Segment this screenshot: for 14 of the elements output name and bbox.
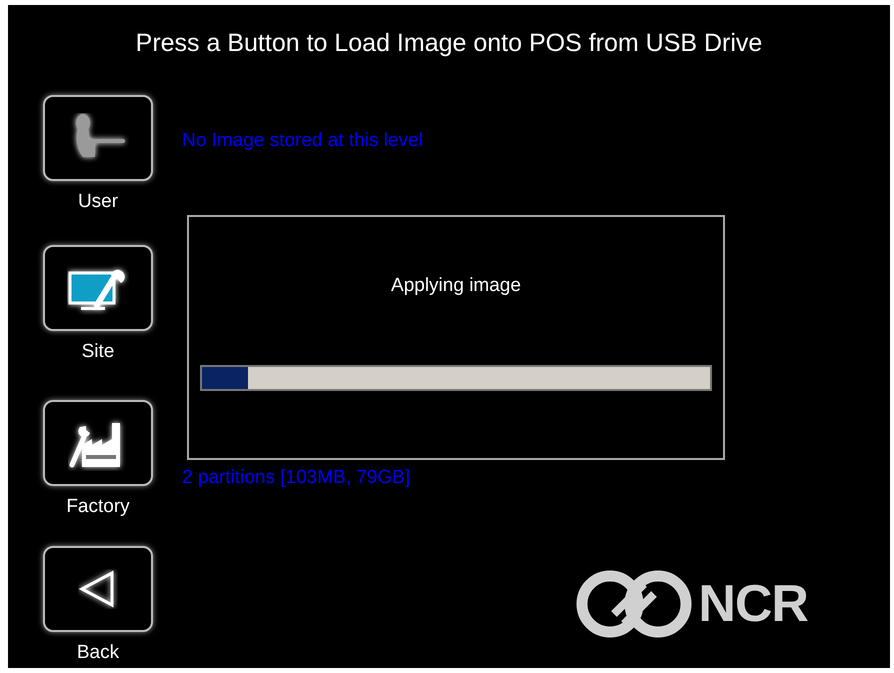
logo-icon	[574, 568, 694, 640]
button-label: Back	[76, 642, 120, 664]
level-button[interactable]	[43, 400, 153, 486]
back-button[interactable]	[43, 546, 153, 632]
button-label: Factory	[66, 496, 130, 518]
level-button[interactable]	[43, 95, 153, 181]
dialog-message: Applying image	[391, 275, 521, 297]
image-info-text: 2 partitions [103MB, 79GB]	[182, 466, 412, 490]
logo-text: NCR	[698, 574, 808, 634]
button-label: Site	[82, 341, 114, 363]
level-button[interactable]	[43, 245, 153, 331]
button-label: User	[78, 191, 118, 213]
screen-title: Press a Button to Load Image onto POS from USB Drive	[134, 28, 764, 59]
image-info-text: No Image stored at this level	[182, 128, 424, 152]
